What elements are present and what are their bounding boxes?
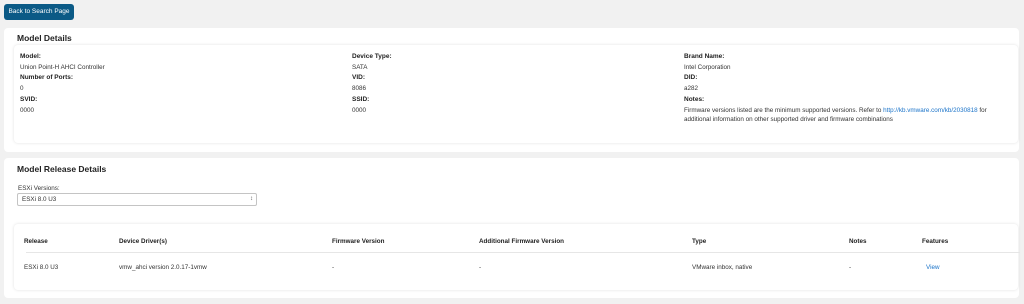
cell-notes: - [849, 264, 852, 271]
model-value: Union Point-H AHCI Controller [20, 64, 105, 71]
col-header-features: Features [922, 238, 949, 245]
cell-firmware-version: - [332, 264, 335, 271]
svid-value: 0000 [20, 107, 35, 114]
notes-field: Notes: Firmware versions listed are the … [684, 96, 1004, 124]
esxi-version-select[interactable]: ESXi 8.0 U3 ↕ [17, 193, 257, 206]
esxi-versions-label: ESXi Versions: [18, 185, 60, 192]
brand-name-value: Intel Corporation [684, 64, 731, 71]
device-type-value: SATA [352, 64, 368, 71]
view-features-link[interactable]: View [926, 264, 940, 271]
back-to-search-button[interactable]: Back to Search Page [4, 4, 74, 20]
col-header-type: Type [692, 238, 707, 245]
ssid-field: SSID: 0000 [352, 96, 672, 115]
model-label: Model: [20, 53, 41, 60]
cell-release: ESXi 8.0 U3 [24, 264, 59, 271]
notes-label: Notes: [684, 96, 705, 103]
did-field: DID: a282 [684, 74, 1004, 93]
number-of-ports-label: Number of Ports: [20, 74, 74, 81]
device-type-label: Device Type: [352, 53, 392, 60]
col-header-notes: Notes [849, 238, 867, 245]
cell-device-drivers: vmw_ahci version 2.0.17-1vmw [119, 264, 207, 271]
cell-additional-firmware: - [479, 264, 482, 271]
release-details-title: Model Release Details [17, 164, 107, 174]
model-details-card: Model: Union Point-H AHCI Controller Dev… [14, 45, 1018, 143]
ssid-label: SSID: [352, 96, 370, 103]
svid-field: SVID: 0000 [20, 96, 340, 115]
select-updown-icon: ↕ [250, 196, 253, 202]
notes-value: Firmware versions listed are the minimum… [684, 106, 1004, 124]
number-of-ports-value: 0 [20, 85, 24, 92]
notes-text-before: Firmware versions listed are the minimum… [684, 107, 884, 114]
release-table-card: Release Device Driver(s) Firmware Versio… [14, 224, 1020, 290]
number-of-ports-field: Number of Ports: 0 [20, 74, 340, 93]
kb-link[interactable]: http://kb.vmware.com/kb/2030818 [883, 107, 978, 114]
brand-name-label: Brand Name: [684, 53, 725, 60]
model-details-panel: Model Details Model: Union Point-H AHCI … [4, 28, 1019, 152]
cell-type: VMware inbox, native [692, 264, 753, 271]
did-label: DID: [684, 74, 698, 81]
did-value: a282 [684, 85, 699, 92]
ssid-value: 0000 [352, 107, 367, 114]
col-header-device-drivers: Device Driver(s) [119, 238, 167, 245]
model-details-title: Model Details [17, 33, 72, 43]
esxi-version-selected: ESXi 8.0 U3 [22, 196, 57, 203]
col-header-release: Release [24, 238, 48, 245]
vid-value: 8086 [352, 85, 367, 92]
brand-name-field: Brand Name: Intel Corporation [684, 53, 1004, 72]
model-field: Model: Union Point-H AHCI Controller [20, 53, 340, 72]
col-header-firmware-version: Firmware Version [332, 238, 385, 245]
col-header-additional-firmware: Additional Firmware Version [479, 238, 565, 245]
device-type-field: Device Type: SATA [352, 53, 672, 72]
header-row-divider [26, 252, 1020, 253]
svid-label: SVID: [20, 96, 38, 103]
vid-label: VID: [352, 74, 365, 81]
vid-field: VID: 8086 [352, 74, 672, 93]
